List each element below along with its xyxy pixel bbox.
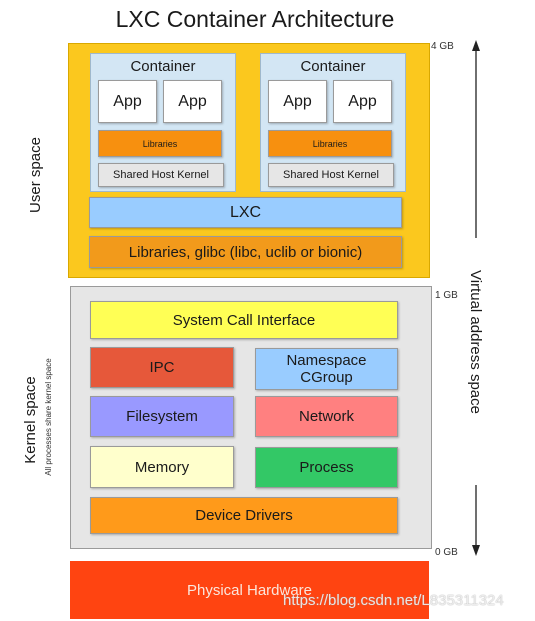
namespace-label: Namespace xyxy=(286,352,367,369)
cgroup-label: CGroup xyxy=(300,369,353,386)
app-box: App xyxy=(98,80,157,123)
kernel-space-sublabel: All processes share kernel space xyxy=(43,358,53,476)
filesystem-block: Filesystem xyxy=(90,396,234,437)
diagram-title: LXC Container Architecture xyxy=(115,5,395,32)
memory-block: Memory xyxy=(90,446,234,488)
arrow-down-head-icon xyxy=(472,545,480,556)
process-block: Process xyxy=(255,447,398,488)
app-box: App xyxy=(268,80,327,123)
glibc-layer: Libraries, glibc (libc, uclib or bionic) xyxy=(89,236,402,268)
label-4gb: 4 GB xyxy=(431,40,454,52)
arrow-up-head-icon xyxy=(472,40,480,51)
app-box: App xyxy=(163,80,222,123)
watermark: https://blog.csdn.net/L835311324 xyxy=(283,591,504,609)
network-block: Network xyxy=(255,396,398,437)
kernel-space-label: Kernel space xyxy=(21,376,39,464)
app-box: App xyxy=(333,80,392,123)
device-drivers-block: Device Drivers xyxy=(90,497,398,534)
container-libraries: Libraries xyxy=(98,130,222,157)
shared-host-kernel: Shared Host Kernel xyxy=(98,163,224,187)
virtual-address-space-label: Virtual address space xyxy=(467,270,485,414)
container-libraries: Libraries xyxy=(268,130,392,157)
shared-host-kernel: Shared Host Kernel xyxy=(268,163,394,187)
namespace-cgroup-block: Namespace CGroup xyxy=(255,348,398,390)
lxc-layer: LXC xyxy=(89,197,402,228)
ipc-block: IPC xyxy=(90,347,234,388)
user-space-label: User space xyxy=(26,137,44,213)
system-call-interface: System Call Interface xyxy=(90,301,398,339)
